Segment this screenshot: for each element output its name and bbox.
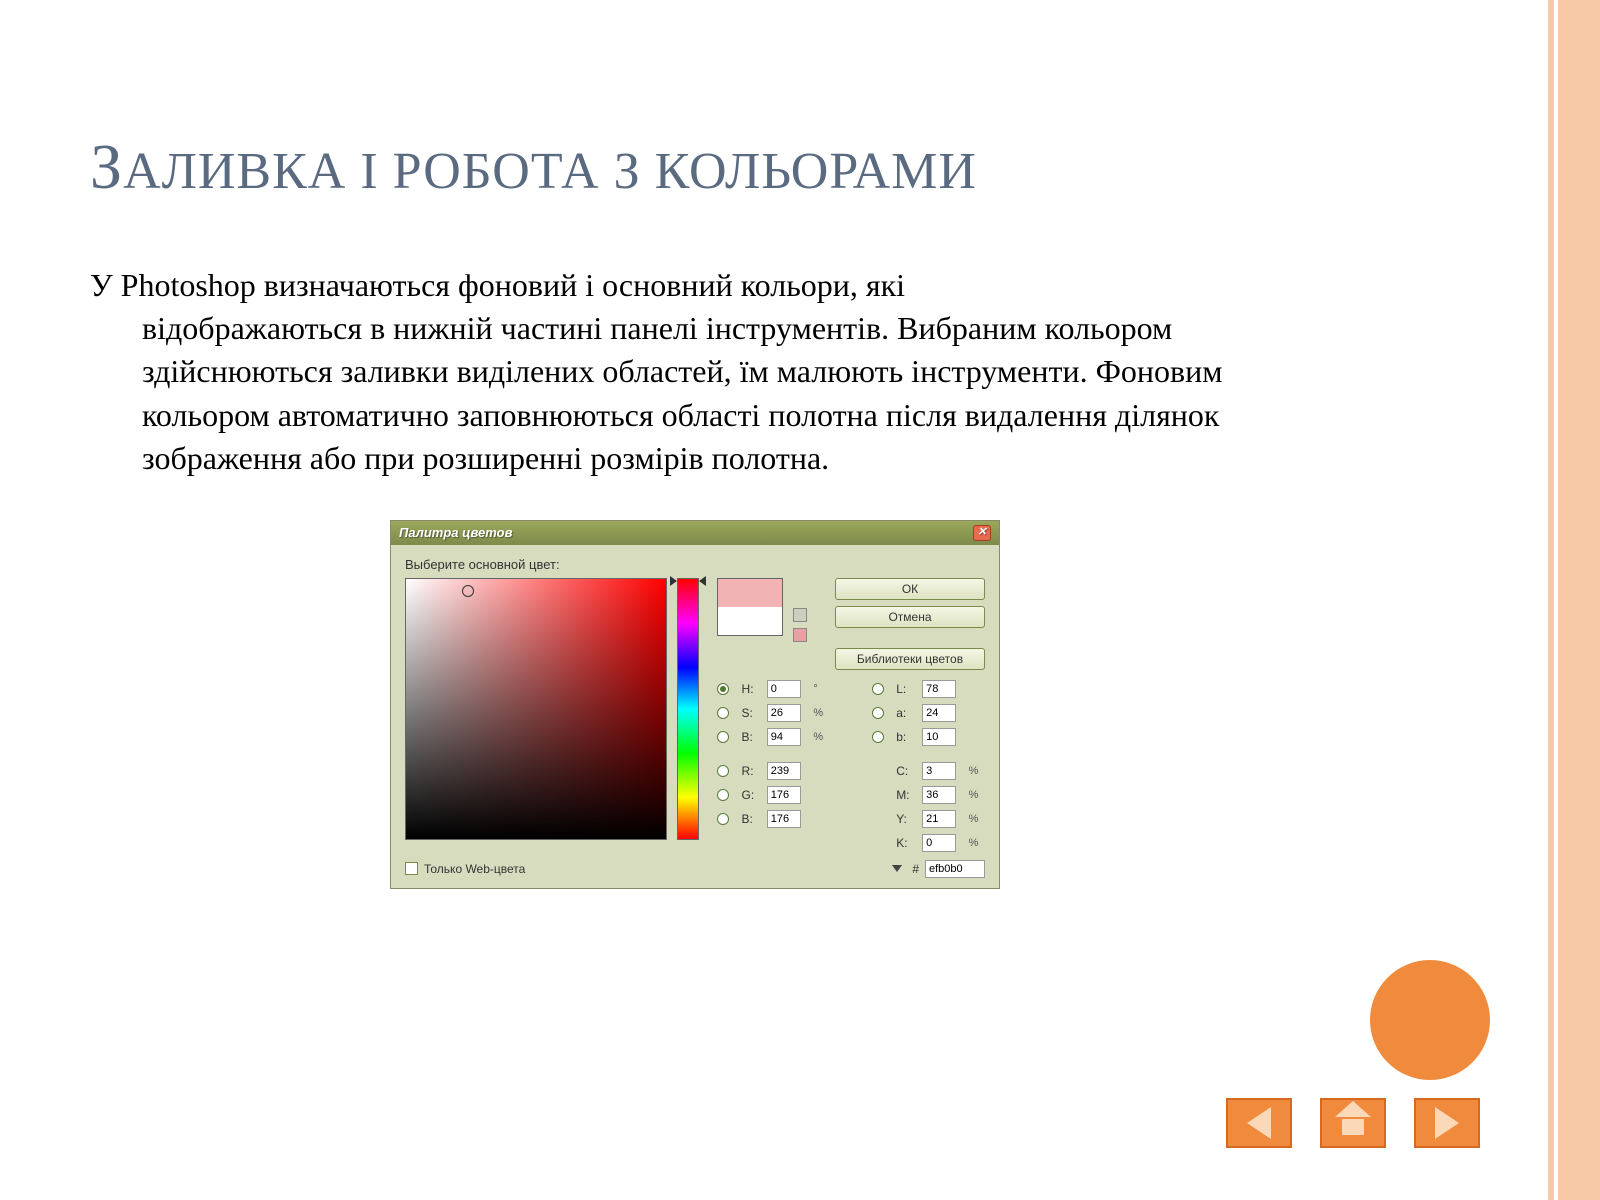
input-h[interactable] xyxy=(767,680,801,698)
input-k[interactable] xyxy=(922,834,956,852)
decor-circle xyxy=(1370,960,1490,1080)
hex-input[interactable] xyxy=(925,860,985,878)
radio-b-lab[interactable] xyxy=(872,731,884,743)
prev-slide-button[interactable] xyxy=(1226,1098,1292,1148)
warning-swatch-icon[interactable] xyxy=(793,628,807,642)
ok-button[interactable]: ОК xyxy=(835,578,985,600)
web-colors-checkbox[interactable] xyxy=(405,862,418,875)
slide-right-decoration xyxy=(1540,0,1600,1200)
input-m[interactable] xyxy=(922,786,956,804)
slide-content: ЗАЛИВКА І РОБОТА З КОЛЬОРАМИ У Photoshop… xyxy=(0,0,1600,929)
radio-l[interactable] xyxy=(872,683,884,695)
web-colors-label: Только Web-цвета xyxy=(424,862,525,876)
saturation-value-field[interactable] xyxy=(405,578,667,840)
cube-icon[interactable] xyxy=(793,608,807,622)
input-l[interactable] xyxy=(922,680,956,698)
input-b-rgb[interactable] xyxy=(767,810,801,828)
hex-label: # xyxy=(912,862,919,876)
next-slide-button[interactable] xyxy=(1414,1098,1480,1148)
input-s[interactable] xyxy=(767,704,801,722)
dialog-titlebar: Палитра цветов ✕ xyxy=(391,521,999,545)
input-a[interactable] xyxy=(922,704,956,722)
color-libraries-button[interactable]: Библиотеки цветов xyxy=(835,648,985,670)
radio-h[interactable] xyxy=(717,683,729,695)
radio-b-hsb[interactable] xyxy=(717,731,729,743)
home-icon xyxy=(1338,1111,1368,1135)
dialog-title: Палитра цветов xyxy=(399,525,512,540)
radio-g[interactable] xyxy=(717,789,729,801)
slide-nav xyxy=(1226,1098,1480,1148)
color-picker-dialog: Палитра цветов ✕ Выберите основной цвет: xyxy=(390,520,1000,889)
arrow-right-icon xyxy=(1435,1107,1459,1139)
radio-b-rgb[interactable] xyxy=(717,813,729,825)
radio-s[interactable] xyxy=(717,707,729,719)
slide-title: ЗАЛИВКА І РОБОТА З КОЛЬОРАМИ xyxy=(90,130,1500,204)
input-c[interactable] xyxy=(922,762,956,780)
hue-slider[interactable] xyxy=(677,578,699,840)
home-slide-button[interactable] xyxy=(1320,1098,1386,1148)
input-b-lab[interactable] xyxy=(922,728,956,746)
input-y[interactable] xyxy=(922,810,956,828)
color-value-fields: H: ° L: S: % xyxy=(717,680,985,852)
radio-a[interactable] xyxy=(872,707,884,719)
dialog-prompt: Выберите основной цвет: xyxy=(405,557,985,572)
close-icon[interactable]: ✕ xyxy=(973,525,991,541)
radio-r[interactable] xyxy=(717,765,729,777)
input-g[interactable] xyxy=(767,786,801,804)
slide-body-text: У Photoshop визначаються фоновий і основ… xyxy=(90,264,1270,480)
input-b-hsb[interactable] xyxy=(767,728,801,746)
input-r[interactable] xyxy=(767,762,801,780)
triangle-icon xyxy=(892,865,902,872)
arrow-left-icon xyxy=(1247,1107,1271,1139)
color-preview-swatch xyxy=(717,578,783,636)
color-cursor-icon xyxy=(462,585,474,597)
cancel-button[interactable]: Отмена xyxy=(835,606,985,628)
